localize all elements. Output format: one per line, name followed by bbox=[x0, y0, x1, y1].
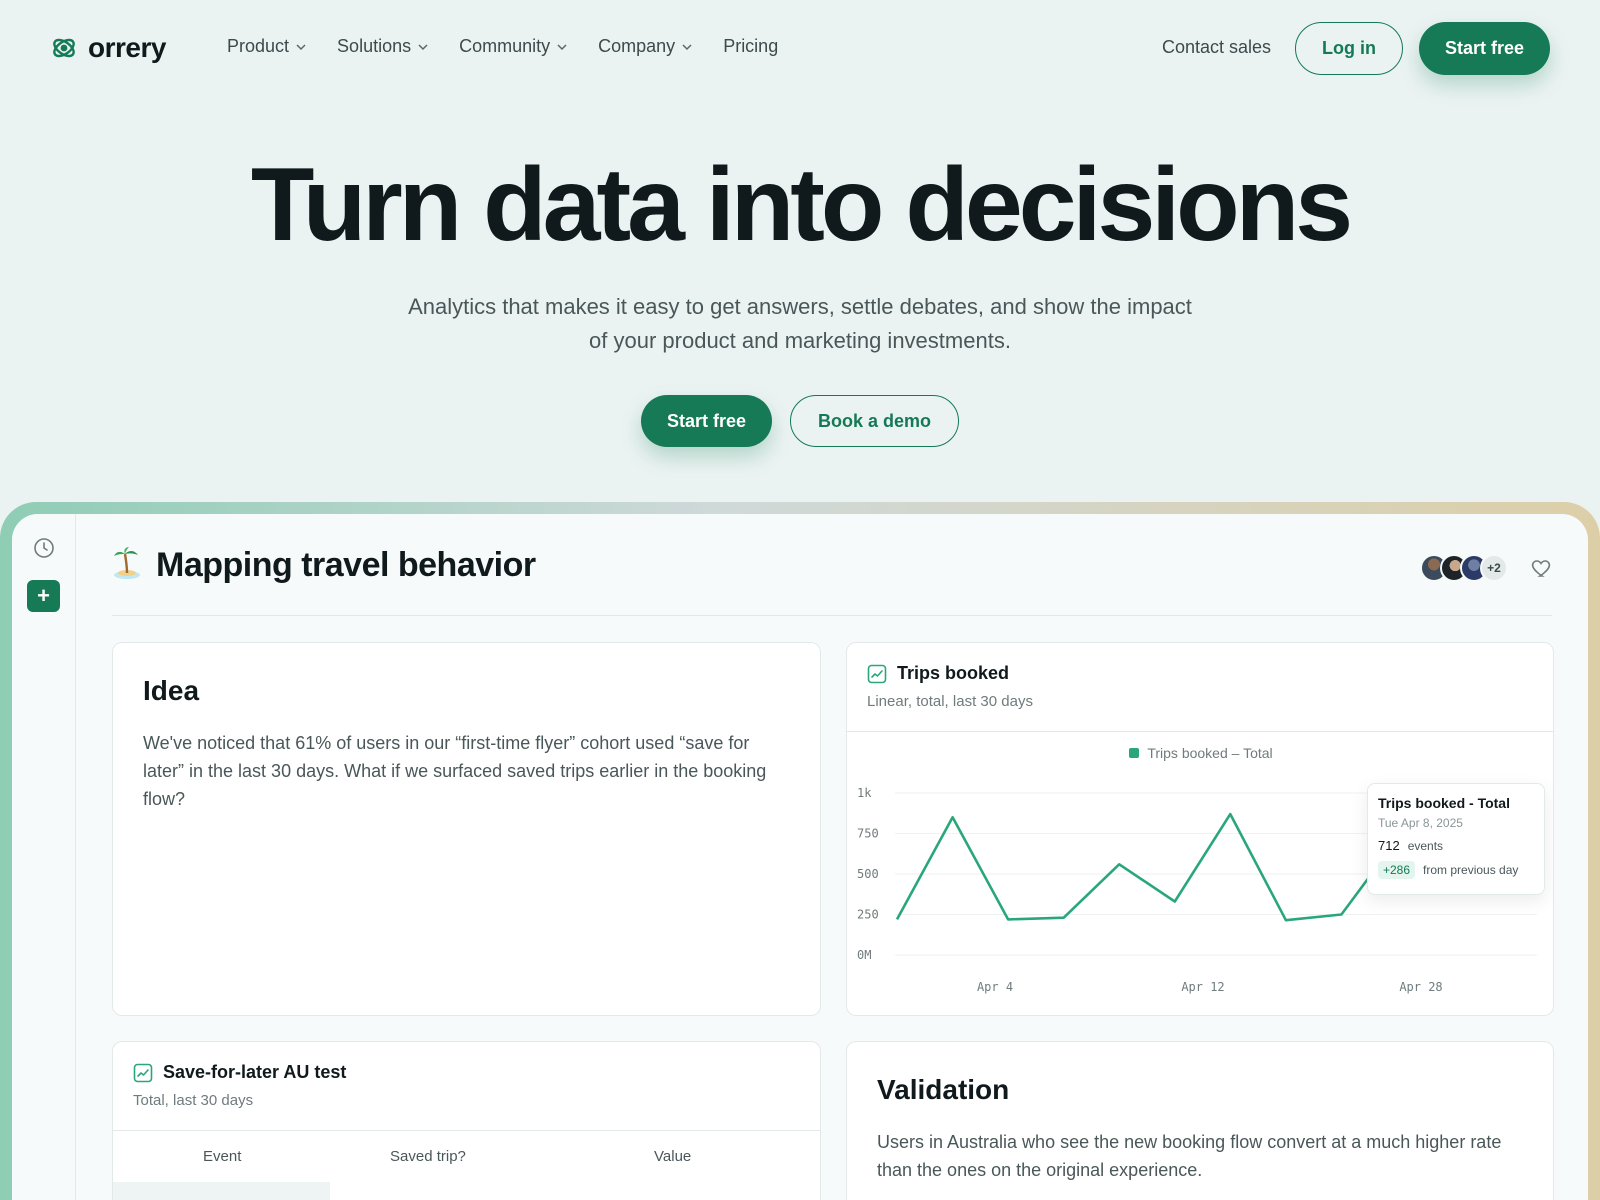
trips-card-subtitle: Linear, total, last 30 days bbox=[867, 693, 1033, 710]
nav-product-label: Product bbox=[227, 36, 290, 56]
hero-subtitle: Analytics that makes it easy to get answ… bbox=[408, 294, 1192, 353]
nav-company[interactable]: Company bbox=[598, 36, 693, 57]
line-chart-icon bbox=[133, 1063, 153, 1082]
y-tick-label: 1k bbox=[857, 786, 872, 800]
desert-island-icon bbox=[114, 547, 140, 579]
series-line[interactable] bbox=[895, 812, 1399, 922]
orrery-logo-icon bbox=[53, 38, 75, 58]
y-tick-label: 250 bbox=[857, 908, 879, 922]
hero-start-free-button[interactable]: Start free bbox=[641, 395, 772, 447]
left-rail: + bbox=[12, 514, 76, 1200]
idea-card[interactable]: Idea We've noticed that 61% of users in … bbox=[112, 642, 821, 1016]
heart-icon[interactable] bbox=[1530, 556, 1554, 580]
tooltip-delta-row: +286 from previous day bbox=[1378, 861, 1534, 879]
nav-start-free-button[interactable]: Start free bbox=[1419, 22, 1550, 75]
y-tick-label: 0M bbox=[857, 948, 871, 962]
brand-logo[interactable]: orrery bbox=[50, 32, 166, 64]
save-for-later-test-card[interactable]: Save-for-later AU test Total, last 30 da… bbox=[112, 1041, 821, 1200]
nav-pricing-label: Pricing bbox=[723, 36, 779, 56]
nav-community-label: Community bbox=[459, 36, 551, 56]
validation-heading: Validation bbox=[877, 1074, 1010, 1105]
hero-title: Turn data into decisions bbox=[250, 147, 1353, 263]
brand-name: orrery bbox=[88, 32, 166, 63]
tooltip-delta-label: from previous day bbox=[1423, 863, 1519, 877]
test-card-title: Save-for-later AU test bbox=[163, 1062, 347, 1082]
main-nav: Product Solutions Community Company Pric… bbox=[227, 36, 778, 57]
nav-product[interactable]: Product bbox=[227, 36, 307, 57]
chart-tooltip: Trips booked - Total Tue Apr 8, 2025 712… bbox=[1367, 783, 1545, 895]
legend-swatch bbox=[1129, 748, 1140, 758]
idea-heading: Idea bbox=[143, 675, 200, 706]
line-chart-icon bbox=[867, 664, 887, 683]
book-demo-button[interactable]: Book a demo bbox=[790, 395, 959, 447]
tooltip-date: Tue Apr 8, 2025 bbox=[1378, 816, 1463, 830]
column-header-value[interactable]: Value bbox=[654, 1148, 691, 1165]
column-header-event[interactable]: Event bbox=[203, 1148, 241, 1165]
tooltip-delta-badge: +286 bbox=[1378, 861, 1416, 879]
nav-community[interactable]: Community bbox=[459, 36, 568, 57]
app-preview: + Mapping travel behavior +2 Idea We've … bbox=[12, 514, 1588, 1200]
chart-legend[interactable]: Trips booked – Total bbox=[847, 745, 1553, 761]
nav-pricing[interactable]: Pricing bbox=[723, 36, 778, 57]
trips-booked-card[interactable]: Trips booked Linear, total, last 30 days… bbox=[846, 642, 1554, 1016]
legend-label: Trips booked – Total bbox=[1147, 745, 1273, 761]
tooltip-unit: events bbox=[1407, 838, 1444, 853]
clock-icon[interactable] bbox=[32, 536, 56, 560]
validation-body: Users in Australia who see the new booki… bbox=[877, 1132, 1502, 1180]
contact-sales-link[interactable]: Contact sales bbox=[1162, 37, 1271, 58]
x-tick-label: Apr 28 bbox=[1399, 980, 1442, 994]
tooltip-value-row: 712 events bbox=[1378, 838, 1534, 853]
trips-card-header: Trips booked bbox=[867, 663, 1009, 684]
chevron-down-icon bbox=[296, 43, 306, 50]
table-row-highlight bbox=[113, 1182, 330, 1200]
top-nav: orrery Product Solutions Community Compa… bbox=[0, 0, 1600, 96]
board-header: Mapping travel behavior +2 bbox=[112, 514, 1552, 616]
tooltip-value: 712 bbox=[1378, 838, 1400, 853]
divider bbox=[847, 731, 1553, 732]
chevron-down-icon bbox=[557, 43, 567, 50]
idea-body: We've noticed that 61% of users in our “… bbox=[143, 733, 767, 809]
login-button[interactable]: Log in bbox=[1295, 22, 1403, 75]
plus-icon: + bbox=[37, 583, 50, 608]
y-tick-label: 500 bbox=[857, 867, 879, 881]
column-header-saved-trip[interactable]: Saved trip? bbox=[390, 1148, 466, 1165]
x-tick-label: Apr 12 bbox=[1181, 980, 1224, 994]
chevron-down-icon bbox=[682, 43, 692, 50]
divider bbox=[113, 1130, 820, 1131]
trips-card-title: Trips booked bbox=[897, 663, 1010, 683]
board-title: Mapping travel behavior bbox=[156, 546, 536, 584]
nav-company-label: Company bbox=[598, 36, 676, 56]
collaborator-avatars[interactable]: +2 bbox=[1420, 554, 1508, 582]
validation-card[interactable]: Validation Users in Australia who see th… bbox=[846, 1041, 1554, 1200]
nav-solutions-label: Solutions bbox=[337, 36, 412, 56]
add-button[interactable]: + bbox=[27, 580, 60, 612]
test-card-header: Save-for-later AU test bbox=[133, 1062, 346, 1083]
nav-solutions[interactable]: Solutions bbox=[337, 36, 429, 57]
tooltip-title: Trips booked - Total bbox=[1378, 795, 1510, 811]
test-card-subtitle: Total, last 30 days bbox=[133, 1092, 254, 1109]
more-collaborators-badge: +2 bbox=[1480, 554, 1508, 582]
chevron-down-icon bbox=[418, 43, 428, 50]
x-tick-label: Apr 4 bbox=[977, 980, 1013, 994]
y-tick-label: 750 bbox=[857, 827, 879, 841]
